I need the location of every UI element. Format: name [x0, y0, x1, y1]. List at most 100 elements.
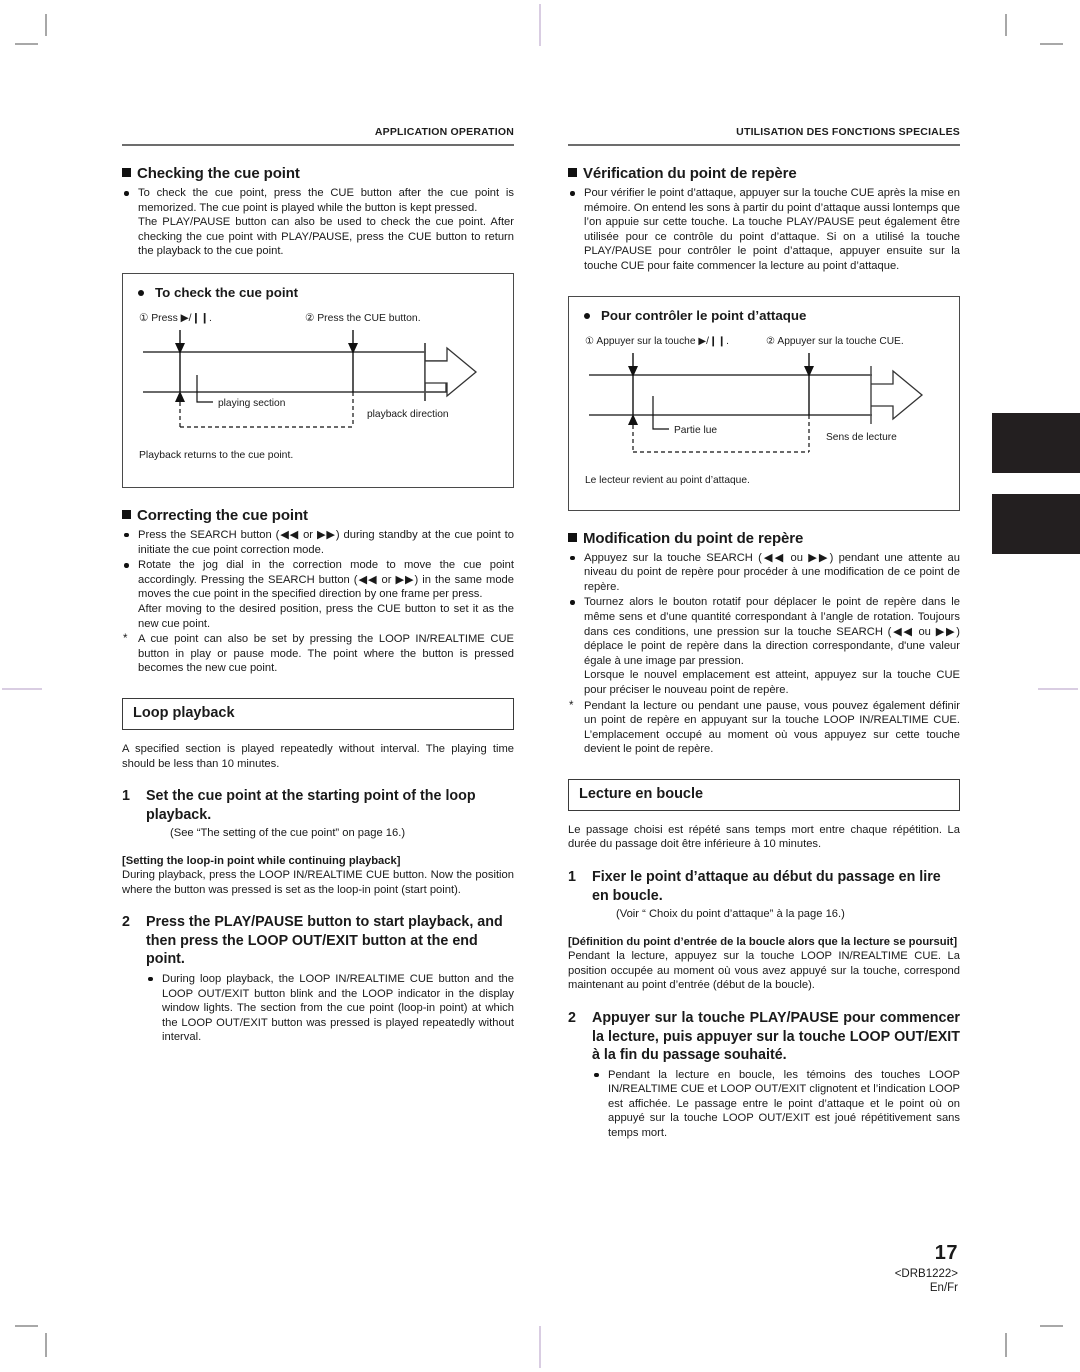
english-column: APPLICATION OPERATION Checking the cue p… — [122, 126, 514, 1045]
round-bullet-icon — [138, 289, 144, 296]
loop-step-2-bullet-text-english: During loop playback, the LOOP IN/REALTI… — [162, 972, 514, 1044]
figure-diagram-english: ① Press ▶/❙❙. ② Press the CUE button. pl… — [139, 313, 478, 461]
page-footer: 17 <DRB1222> En/Fr — [895, 1242, 958, 1294]
running-head-english: APPLICATION OPERATION — [374, 126, 514, 138]
bullet-dot-icon — [124, 563, 129, 568]
square-bullet-icon — [568, 532, 577, 542]
loop-bracket-heading-english: [Setting the loop-in point while continu… — [122, 854, 401, 867]
figure-step1-label-english: ① Press ▶/❙❙. — [139, 313, 212, 324]
registration-mark-top-center — [539, 4, 541, 46]
verification-bullet-1: Pour vérifier le point d’attaque, appuye… — [568, 186, 960, 274]
modification-bullet-2-para-2: Lorsque le nouvel emplacement est attein… — [584, 669, 960, 696]
modification-note: * Pendant la lecture ou pendant une paus… — [568, 699, 960, 757]
loop-step-2-text-french: Appuyer sur la touche PLAY/PAUSE pour co… — [592, 1010, 960, 1064]
crop-mark-bottom-left-horizontal — [15, 1325, 38, 1327]
crop-mark-bottom-right-horizontal — [1040, 1325, 1063, 1327]
crop-mark-bottom-left-vertical — [45, 1333, 47, 1357]
correcting-bullet-2-para-1: Rotate the jog dial in the correction mo… — [138, 559, 514, 601]
bullet-dot-icon — [570, 600, 575, 605]
heading-checking-cue-point: Checking the cue point — [122, 164, 514, 183]
model-code: <DRB1222> — [894, 1268, 958, 1280]
heading-loop-playback-english: Loop playback — [122, 697, 514, 730]
loop-step-2-number-french: 2 — [568, 1010, 576, 1027]
bullet-dot-icon — [124, 532, 129, 538]
verification-bullet-1-text: Pour vérifier le point d’attaque, appuye… — [584, 187, 960, 272]
bullet-dot-icon — [570, 191, 575, 196]
loop-step-1-sub-english: (See “The setting of the cue point” on p… — [170, 827, 406, 840]
figure-step2-label-french: ② Appuyer sur la touche CUE. — [766, 336, 904, 347]
language-code: En/Fr — [929, 1282, 958, 1294]
asterisk-icon: * — [123, 633, 128, 646]
figure-playback-direction-label-english: playback direction — [367, 409, 449, 420]
correcting-bullet-2: Rotate the jog dial in the correction mo… — [122, 558, 514, 631]
loop-step-2-english: 2 Press the PLAY/PAUSE button to start p… — [122, 913, 514, 969]
loop-step-2-text-english: Press the PLAY/PAUSE button to start pla… — [146, 914, 503, 968]
crop-mark-top-right-vertical — [1005, 14, 1007, 36]
heading-correcting-cue-point: Correcting the cue point — [122, 506, 514, 525]
figure-title-english: To check the cue point — [135, 284, 501, 301]
loop-step-1-text-english: Set the cue point at the starting point … — [146, 788, 476, 823]
asterisk-icon: * — [569, 699, 574, 712]
loop-bracket-body-english: During playback, press the LOOP IN/REALT… — [122, 869, 514, 896]
correcting-bullet-1: Press the SEARCH button (◀◀ or ▶▶) durin… — [122, 528, 514, 557]
checking-bullet-1-para-1: To check the cue point, press the CUE bu… — [138, 187, 514, 214]
loop-step-1-number-english: 1 — [122, 788, 130, 805]
loop-step-2-french: 2 Appuyer sur la touche PLAY/PAUSE pour … — [568, 1009, 960, 1065]
heading-verification-point-repere: Vérification du point de repère — [568, 164, 960, 183]
french-column: UTILISATION DES FONCTIONS SPECIALES Véri… — [568, 126, 960, 1141]
loop-step-1-english: 1 Set the cue point at the starting poin… — [122, 787, 514, 841]
heading-modification-point-repere: Modification du point de repère — [568, 529, 960, 548]
crop-mark-bottom-right-vertical — [1005, 1333, 1007, 1357]
loop-bracket-heading-french: [Définition du point d’entrée de la bouc… — [568, 935, 958, 948]
page-number: 17 — [934, 1242, 958, 1264]
bullet-dot-icon — [594, 1072, 599, 1078]
registration-mark-left-middle — [2, 688, 42, 690]
figure-diagram-french: ① Appuyer sur la touche ▶/❙❙. ② Appuyer … — [585, 336, 924, 486]
square-bullet-icon — [122, 168, 131, 177]
loop-bracket-body-french: Pendant la lecture, appuyez sur la touch… — [568, 950, 960, 992]
loop-step-2-bullet-english: During loop playback, the LOOP IN/REALTI… — [146, 972, 514, 1045]
crop-mark-top-right-horizontal — [1040, 43, 1063, 45]
modification-bullet-2: Tournez alors le bouton rotatif pour dép… — [568, 595, 960, 697]
modification-bullet-2-para-1: Tournez alors le bouton rotatif pour dép… — [584, 596, 960, 667]
modification-bullet-1-text: Appuyez sur la touche SEARCH (◀◀ ou ▶▶) … — [584, 551, 960, 593]
crop-mark-top-left-horizontal — [15, 43, 38, 45]
crop-mark-top-left-vertical — [45, 14, 47, 36]
figure-playback-direction-label-french: Sens de lecture — [826, 432, 897, 443]
loop-step-2-number-english: 2 — [122, 914, 130, 931]
round-bullet-icon — [584, 312, 590, 319]
correcting-note: * A cue point can also be set by pressin… — [122, 632, 514, 676]
figure-caption-english: Playback returns to the cue point. — [139, 450, 293, 461]
running-head-rule-english — [122, 144, 514, 146]
square-bullet-icon — [122, 509, 131, 519]
bullet-dot-icon — [570, 555, 575, 561]
heading-lecture-en-boucle: Lecture en boucle — [568, 778, 960, 811]
figure-controler-point-attaque: Pour contrôler le point d’attaque ① Appu… — [568, 295, 960, 511]
correcting-bullet-1-text: Press the SEARCH button (◀◀ or ▶▶) durin… — [138, 528, 514, 556]
modification-bullet-1: Appuyez sur la touche SEARCH (◀◀ ou ▶▶) … — [568, 551, 960, 595]
figure-caption-french: Le lecteur revient au point d’attaque. — [585, 475, 750, 486]
modification-note-text: Pendant la lecture ou pendant une pause,… — [584, 699, 960, 756]
figure-check-cue-point: To check the cue point ① Press ▶/❙❙. ② P… — [122, 272, 514, 488]
square-bullet-icon — [568, 168, 577, 177]
thumb-tab-lower — [992, 494, 1080, 554]
correcting-note-text: A cue point can also be set by pressing … — [138, 633, 514, 675]
correcting-bullet-2-para-2: After moving to the desired position, pr… — [138, 602, 514, 630]
bullet-dot-icon — [148, 976, 153, 982]
loop-step-1-text-french: Fixer le point d’attaque au début du pas… — [592, 869, 941, 904]
loop-step-2-bullet-text-french: Pendant la lecture en boucle, les témoin… — [608, 1068, 960, 1139]
bullet-dot-icon — [124, 191, 129, 196]
registration-mark-bottom-center — [539, 1326, 541, 1368]
running-head-rule-french — [568, 144, 960, 146]
loop-intro-english: A specified section is played repeatedly… — [122, 742, 514, 770]
figure-playing-section-label-french: Partie lue — [674, 425, 717, 436]
figure-title-french: Pour contrôler le point d’attaque — [581, 307, 947, 324]
figure-step2-label-english: ② Press the CUE button. — [305, 313, 421, 324]
registration-mark-right-middle — [1038, 688, 1078, 690]
loop-step-1-french: 1 Fixer le point d’attaque au début du p… — [568, 868, 960, 922]
loop-step-1-sub-french: (Voir “ Choix du point d’attaque” à la p… — [616, 908, 845, 921]
manual-page: APPLICATION OPERATION Checking the cue p… — [0, 0, 1080, 1372]
checking-bullet-1: To check the cue point, press the CUE bu… — [122, 186, 514, 259]
loop-step-2-bullet-french: Pendant la lecture en boucle, les témoin… — [592, 1068, 960, 1141]
figure-step1-label-french: ① Appuyer sur la touche ▶/❙❙. — [585, 336, 729, 347]
